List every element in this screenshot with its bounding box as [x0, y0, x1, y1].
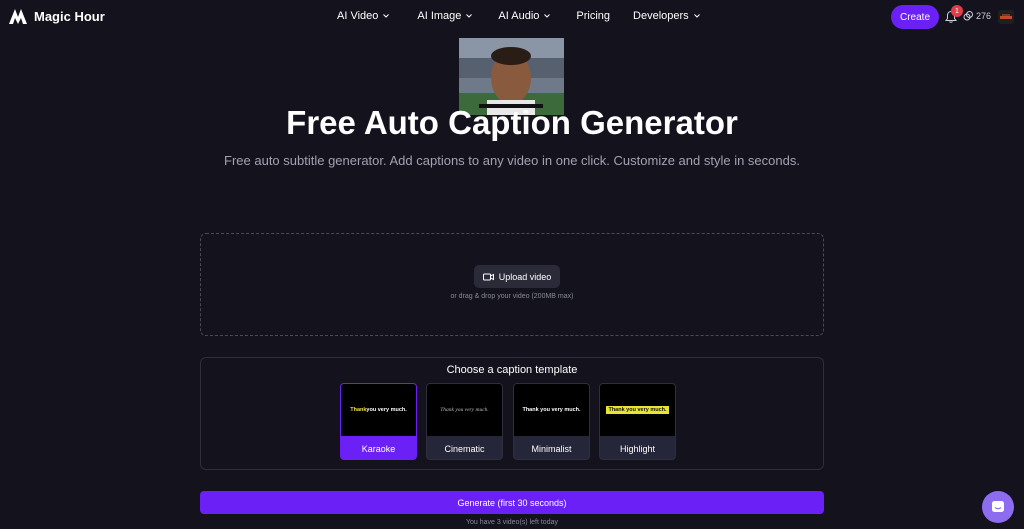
template-preview-karaoke: Thank you very much.: [341, 384, 416, 436]
avatar[interactable]: [998, 10, 1014, 24]
video-camera-icon: [482, 273, 494, 280]
videos-remaining-text: You have 3 video(s) left today: [466, 519, 558, 526]
nav-item-ai-image[interactable]: AI Image: [417, 10, 473, 22]
template-card-karaoke[interactable]: Thank you very much. Karaoke: [340, 383, 417, 460]
template-label: Karaoke: [341, 436, 416, 459]
template-card-highlight[interactable]: Thank you very much. Highlight: [599, 383, 676, 460]
brand-name: Magic Hour: [34, 8, 105, 24]
karaoke-rest-text: you very much.: [366, 407, 407, 413]
credits-icon: [963, 11, 973, 21]
nav-label: AI Image: [417, 10, 462, 22]
template-card-minimalist[interactable]: Thank you very much. Minimalist: [513, 383, 590, 460]
create-button[interactable]: Create: [891, 5, 939, 29]
template-preview-cinematic: Thank you very much.: [427, 384, 502, 436]
chevron-down-icon: [544, 14, 551, 18]
top-navigation-bar: Magic Hour AI Video AI Image AI Audio Pr…: [0, 0, 1024, 34]
upload-hint: or drag & drop your video (200MB max): [450, 293, 574, 300]
magic-hour-logo-icon: [9, 9, 27, 24]
chevron-down-icon: [383, 14, 390, 18]
generate-button[interactable]: Generate (first 30 seconds): [200, 491, 824, 514]
brand-logo[interactable]: Magic Hour: [8, 7, 105, 25]
template-label: Cinematic: [444, 443, 485, 454]
chevron-down-icon: [466, 14, 473, 18]
nav-label: Pricing: [576, 10, 611, 22]
credits-value: 276: [976, 11, 992, 21]
nav-label: Developers: [633, 10, 689, 22]
template-preview-highlight: Thank you very much.: [600, 384, 675, 436]
chat-icon: [992, 501, 1004, 512]
page-subtitle: Free auto subtitle generator. Add captio…: [224, 153, 800, 168]
nav-item-ai-audio[interactable]: AI Audio: [498, 10, 551, 22]
highlight-preview-text: Thank you very much.: [606, 406, 669, 414]
main-nav: AI Video AI Image AI Audio Pricing Devel…: [337, 10, 701, 22]
notification-badge: 1: [951, 5, 963, 17]
karaoke-highlight-word: Thank: [350, 407, 367, 413]
nav-label: AI Audio: [498, 10, 540, 22]
template-section-title: Choose a caption template: [446, 364, 578, 376]
upload-video-button[interactable]: Upload video: [474, 265, 560, 288]
nav-label: AI Video: [337, 10, 379, 22]
nav-item-developers[interactable]: Developers: [633, 10, 701, 22]
template-label: Highlight: [619, 443, 656, 454]
page-title: Free Auto Caption Generator: [286, 104, 738, 141]
avatar-image: [998, 10, 1014, 24]
template-preview-minimalist: Thank you very much.: [514, 384, 589, 436]
template-card-cinematic[interactable]: Thank you very much. Cinematic: [426, 383, 503, 460]
support-chat-button[interactable]: [982, 491, 1014, 523]
nav-item-pricing[interactable]: Pricing: [576, 10, 610, 22]
template-label: Minimalist: [531, 443, 572, 454]
upload-video-label: Upload video: [498, 271, 552, 282]
credits-counter[interactable]: 276: [963, 11, 991, 21]
chevron-down-icon: [693, 14, 700, 18]
nav-item-ai-video[interactable]: AI Video: [337, 10, 390, 22]
